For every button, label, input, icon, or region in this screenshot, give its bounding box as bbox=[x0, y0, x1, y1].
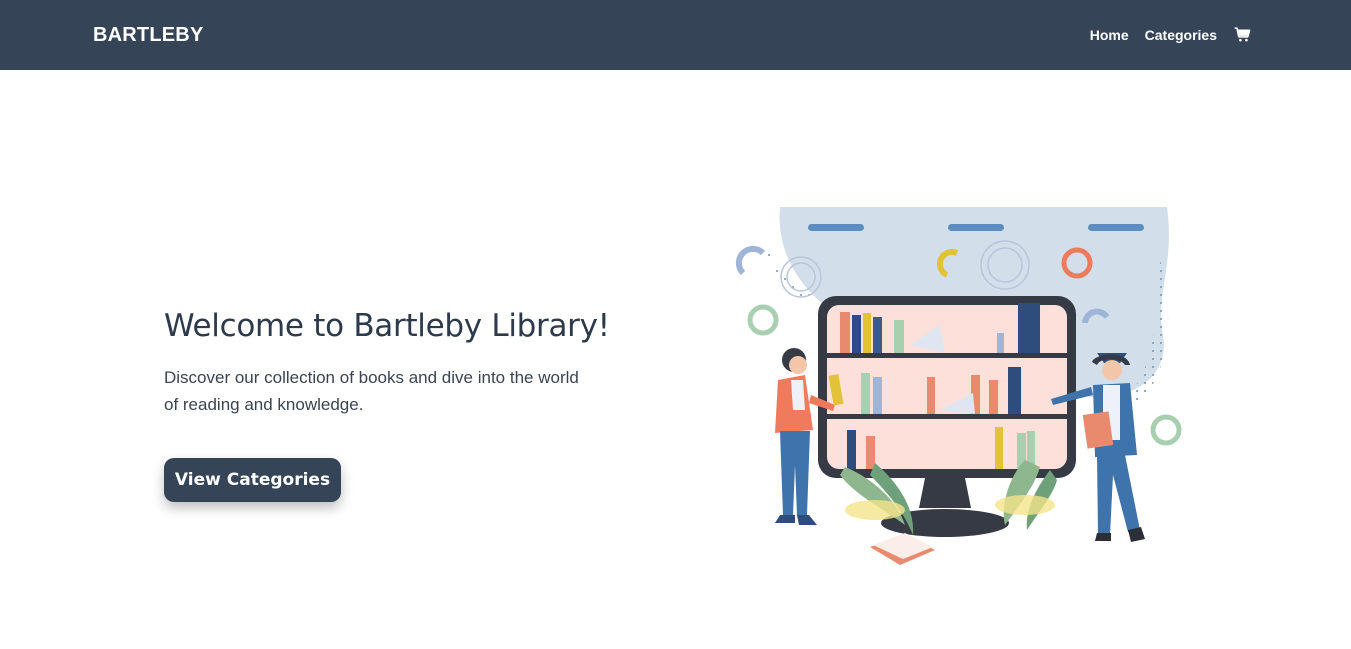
view-categories-button[interactable]: View Categories bbox=[164, 458, 341, 502]
library-bookshelf-illustration bbox=[735, 205, 1190, 570]
hero-description: Discover our collection of books and div… bbox=[164, 368, 579, 414]
hero-title: Welcome to Bartleby Library! bbox=[164, 308, 610, 344]
nav-link-categories[interactable]: Categories bbox=[1145, 27, 1217, 43]
shopping-cart-icon[interactable] bbox=[1234, 26, 1251, 43]
brand-logo[interactable]: BARTLEBY bbox=[93, 24, 204, 47]
top-navbar: BARTLEBY Home Categories bbox=[0, 0, 1351, 70]
nav-link-home[interactable]: Home bbox=[1090, 27, 1129, 43]
nav-links: Home Categories bbox=[1090, 26, 1251, 43]
